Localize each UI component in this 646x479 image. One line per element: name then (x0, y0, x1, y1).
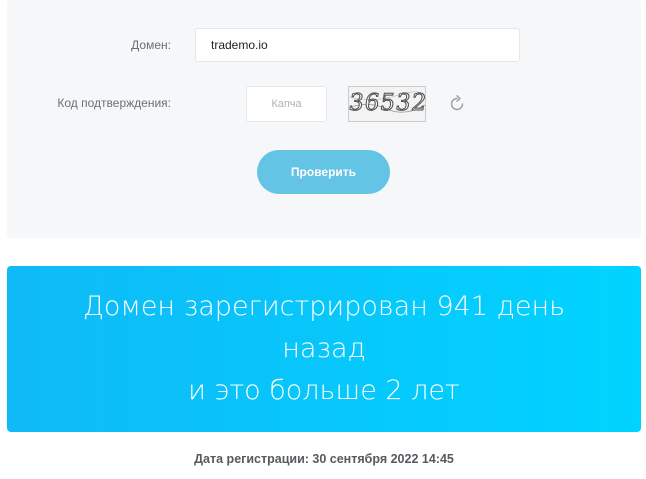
captcha-label: Код подтверждения: (57, 96, 171, 110)
captcha-input[interactable] (246, 86, 327, 122)
refresh-icon[interactable] (447, 94, 467, 114)
result-line-1: Домен зарегистрирован 941 день (82, 291, 566, 322)
domain-check-form: Домен: Код подтверждения: 36532 Проверит… (7, 0, 641, 238)
result-banner: Домен зарегистрирован 941 день назад и э… (7, 266, 641, 432)
domain-label: Домен: (131, 38, 171, 52)
result-line-2: назад (282, 333, 366, 364)
captcha-image: 36532 (348, 86, 426, 122)
check-button[interactable]: Проверить (257, 150, 390, 194)
domain-input[interactable] (195, 28, 520, 62)
registration-date: Дата регистрации: 30 сентября 2022 14:45 (194, 452, 454, 466)
captcha-text: 36532 (348, 90, 426, 117)
result-line-3: и это больше 2 лет (188, 375, 460, 406)
